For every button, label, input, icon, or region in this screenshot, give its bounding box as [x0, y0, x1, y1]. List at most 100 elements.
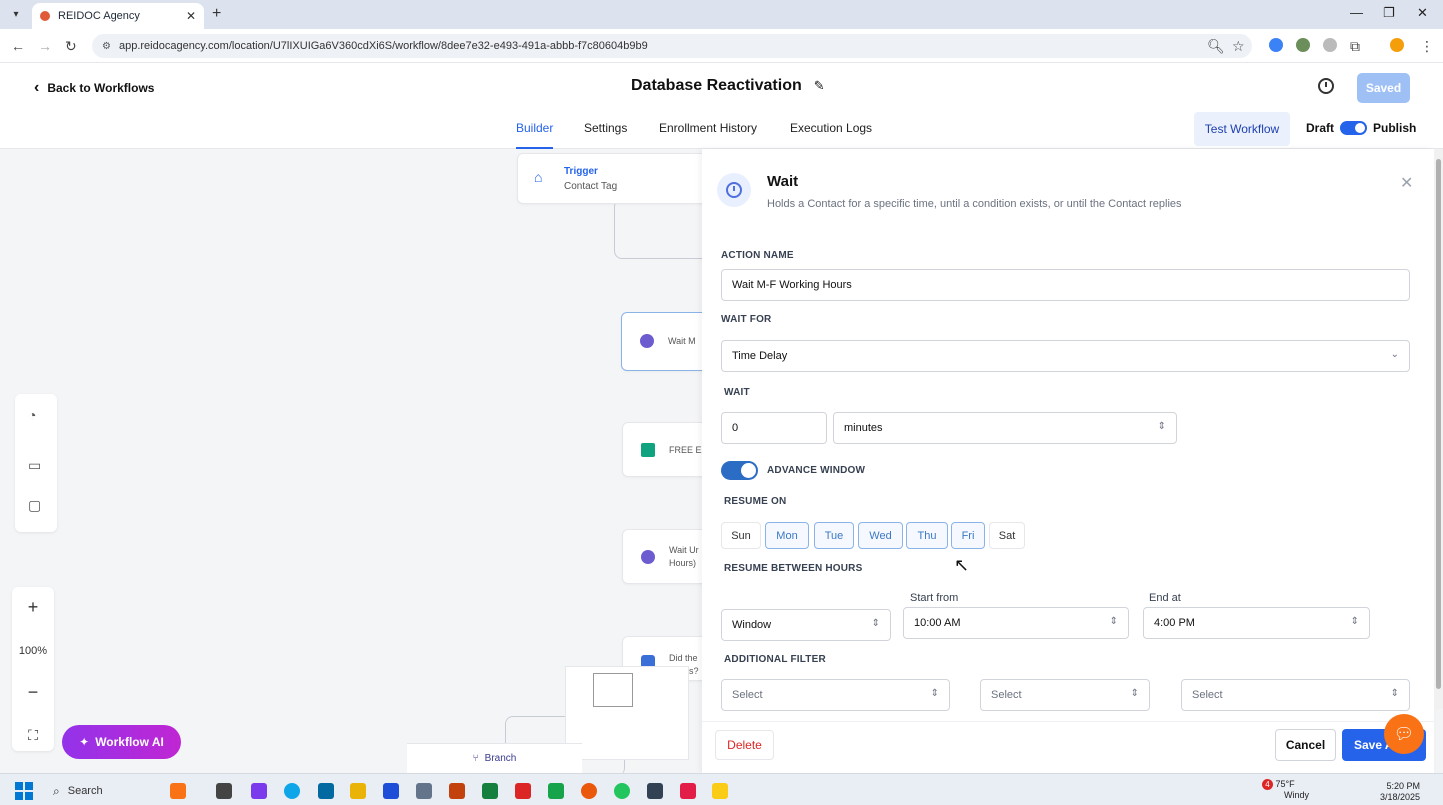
window-select[interactable]: Window ⇕ — [721, 609, 891, 641]
chrome-icon[interactable] — [614, 783, 630, 799]
extension-icon[interactable] — [1269, 38, 1283, 52]
tab-settings[interactable]: Settings — [584, 121, 627, 149]
excel-icon[interactable] — [482, 783, 498, 799]
pencil-edit-icon[interactable]: ✎ — [814, 78, 825, 94]
test-workflow-button[interactable]: Test Workflow — [1194, 112, 1290, 146]
filter-select-2[interactable]: Select ⇕ — [980, 679, 1150, 711]
browser-tab[interactable]: REIDOC Agency ✕ — [32, 3, 204, 29]
taskbar-app-icon[interactable] — [647, 783, 663, 799]
day-tue[interactable]: Tue — [814, 522, 854, 549]
workflow-canvas[interactable]: ⌂ Trigger Contact Tag Wait M FREE Eb Wai… — [0, 149, 702, 773]
word-icon[interactable] — [383, 783, 399, 799]
tab-enrollment-history[interactable]: Enrollment History — [659, 121, 757, 149]
panel-title: Wait — [767, 173, 799, 190]
branch-node[interactable]: ⑂ Branch — [407, 743, 582, 773]
taskbar-search[interactable]: ⌕ Search — [45, 779, 155, 803]
note-icon[interactable]: ▢ — [28, 497, 41, 514]
wait-node-selected[interactable]: Wait M — [621, 312, 702, 371]
restore-icon[interactable]: ❐ — [1383, 5, 1395, 21]
file-explorer-icon[interactable] — [350, 783, 366, 799]
node-label: Wait Ur — [669, 545, 699, 555]
stats-pie-icon[interactable]: ◔ — [28, 407, 36, 423]
action-name-input[interactable]: Wait M-F Working Hours — [721, 269, 1410, 301]
extension-icon[interactable] — [1296, 38, 1310, 52]
new-tab-icon[interactable]: + — [212, 5, 221, 23]
node-label: Wait M — [668, 336, 696, 346]
taskbar-app-icon[interactable] — [712, 783, 728, 799]
taskbar-app-icon[interactable] — [515, 783, 531, 799]
reload-icon[interactable]: ↻ — [65, 38, 77, 55]
day-mon[interactable]: Mon — [765, 522, 809, 549]
panel-subtitle: Holds a Contact for a specific time, unt… — [767, 198, 1182, 210]
taskbar-app-icon[interactable] — [170, 783, 186, 799]
extensions-puzzle-icon[interactable]: ⧉ — [1350, 38, 1360, 55]
clock-date: 3/18/2025 — [1380, 792, 1421, 802]
taskbar-app-icon[interactable] — [680, 783, 696, 799]
workflow-ai-button[interactable]: ✦ Workflow AI — [62, 725, 181, 759]
zoom-in-icon[interactable]: + — [12, 597, 54, 618]
scrollbar-thumb[interactable] — [1436, 159, 1441, 689]
comment-icon[interactable]: ▭ — [28, 457, 41, 474]
minimap-viewport[interactable] — [593, 673, 633, 707]
window-close-icon[interactable]: ✕ — [1417, 5, 1428, 21]
zoom-out-icon[interactable]: − — [12, 682, 54, 703]
wait-unit-select[interactable]: minutes ⇕ — [833, 412, 1177, 444]
windows-start-icon[interactable] — [15, 782, 33, 800]
tab-builder[interactable]: Builder — [516, 121, 554, 149]
slack-icon[interactable] — [548, 783, 564, 799]
browser-menu-icon[interactable]: ⋮ — [1420, 38, 1434, 55]
clock-icon — [641, 550, 655, 564]
calculator-icon[interactable] — [416, 783, 432, 799]
day-sun[interactable]: Sun — [721, 522, 761, 549]
close-panel-icon[interactable]: ✕ — [1400, 173, 1413, 193]
edge-icon[interactable] — [284, 783, 300, 799]
delete-button[interactable]: Delete — [715, 730, 774, 760]
filter-select-3[interactable]: Select ⇕ — [1181, 679, 1410, 711]
chat-help-icon[interactable]: 💬︎ — [1384, 714, 1424, 754]
taskbar-app-icon[interactable] — [216, 783, 232, 799]
weather-widget[interactable]: 4 75°F Windy — [1262, 779, 1309, 801]
wait-amount-input[interactable]: 0 — [721, 412, 827, 444]
publish-toggle[interactable] — [1340, 121, 1367, 135]
back-arrow-icon[interactable]: ← — [11, 38, 25, 54]
end-at-select[interactable]: 4:00 PM ⇕ — [1143, 607, 1370, 639]
day-sat[interactable]: Sat — [989, 522, 1025, 549]
tab-execution-logs[interactable]: Execution Logs — [790, 121, 872, 149]
history-clock-icon[interactable] — [1318, 78, 1334, 94]
advance-window-toggle[interactable] — [721, 461, 758, 480]
saved-button[interactable]: Saved — [1357, 73, 1410, 103]
site-info-icon[interactable]: ⚙ — [102, 41, 111, 52]
back-to-workflows-link[interactable]: ‹ Back to Workflows — [34, 79, 154, 97]
url-field[interactable]: ⚙ app.reidocagency.com/location/U7lIXUIG… — [92, 34, 1252, 58]
zoom-controls: + 100% − ⛶ — [12, 587, 54, 751]
extension-icon[interactable] — [1323, 38, 1337, 52]
mouse-cursor-icon: ↖ — [954, 555, 970, 575]
url-text: app.reidocagency.com/location/U7lIXUIGa6… — [118, 40, 648, 52]
wait-node[interactable]: Wait Ur Hours) — [622, 529, 702, 584]
wait-for-select[interactable]: Time Delay ⌄ — [721, 340, 1410, 372]
minimize-icon[interactable]: — — [1350, 5, 1363, 20]
day-fri[interactable]: Fri — [951, 522, 985, 549]
forward-arrow-icon[interactable]: → — [38, 38, 52, 54]
profile-avatar[interactable] — [1390, 38, 1404, 52]
email-node[interactable]: FREE Eb — [622, 422, 702, 477]
day-wed[interactable]: Wed — [858, 522, 903, 549]
system-clock[interactable]: 5:20 PM 3/18/2025 — [1380, 781, 1420, 803]
fit-screen-icon[interactable]: ⛶ — [12, 727, 54, 744]
start-from-select[interactable]: 10:00 AM ⇕ — [903, 607, 1129, 639]
bookmark-star-icon[interactable]: ☆ — [1232, 38, 1245, 55]
tab-close-icon[interactable]: ✕ — [186, 9, 196, 23]
zoom-icon[interactable]: 🔍︎ — [1207, 38, 1225, 55]
canvas-minimap[interactable] — [565, 666, 689, 760]
back-label: Back to Workflows — [47, 81, 155, 95]
firefox-icon[interactable] — [581, 783, 597, 799]
tab-search-chevron-icon[interactable]: ▾ — [6, 5, 26, 23]
outlook-icon[interactable] — [318, 783, 334, 799]
filter-select-1[interactable]: Select ⇕ — [721, 679, 950, 711]
powerpoint-icon[interactable] — [449, 783, 465, 799]
panel-scrollbar[interactable] — [1434, 149, 1443, 709]
trigger-node[interactable]: ⌂ Trigger Contact Tag — [517, 153, 702, 204]
taskbar-app-icon[interactable] — [251, 783, 267, 799]
cancel-button[interactable]: Cancel — [1275, 729, 1336, 761]
day-thu[interactable]: Thu — [906, 522, 948, 549]
